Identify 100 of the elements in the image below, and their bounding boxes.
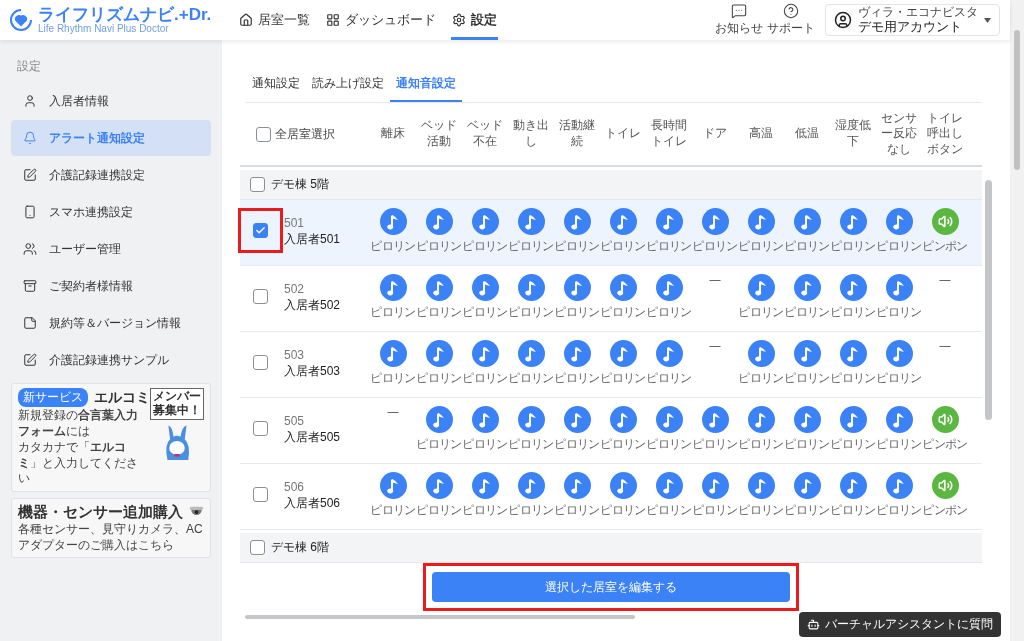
music-note-icon[interactable] (471, 472, 499, 499)
music-note-icon[interactable] (839, 340, 867, 367)
nav-tab[interactable]: 設定 (451, 0, 498, 40)
music-note-icon[interactable] (425, 208, 453, 235)
music-note-icon[interactable] (793, 472, 821, 499)
music-note-icon[interactable] (747, 208, 775, 235)
music-note-icon[interactable] (655, 472, 683, 499)
nav-tab[interactable]: ダッシュボード (325, 0, 437, 40)
music-note-icon[interactable] (655, 406, 683, 433)
music-note-icon[interactable] (885, 274, 913, 301)
music-note-icon[interactable] (701, 472, 729, 499)
music-note-icon[interactable] (885, 472, 913, 499)
music-note-icon[interactable] (793, 406, 821, 433)
music-note-icon[interactable] (885, 340, 913, 367)
music-note-icon[interactable] (885, 208, 913, 235)
music-note-icon[interactable] (793, 274, 821, 301)
speaker-icon[interactable] (931, 472, 959, 499)
account-menu[interactable]: ヴィラ・エコナビスタ デモ用アカウント (825, 4, 1000, 36)
music-note-icon[interactable] (471, 208, 499, 235)
room-number: 503 (284, 348, 306, 362)
music-note-icon[interactable] (839, 406, 867, 433)
music-note-icon[interactable] (839, 208, 867, 235)
music-note-icon[interactable] (517, 472, 545, 499)
music-note-icon[interactable] (747, 340, 775, 367)
header-action[interactable]: お知らせ (713, 0, 765, 40)
music-note-icon[interactable] (655, 274, 683, 301)
edit-selected-button[interactable]: 選択した居室を編集する (432, 572, 790, 602)
speaker-icon[interactable] (931, 406, 959, 433)
checkbox[interactable] (253, 223, 268, 238)
purchase-banner[interactable]: 機器・センサー追加購入 各種センサー、見守りカメラ、ACアダプターのご購入はこちら (11, 497, 211, 559)
column-header: ベッド不在 (466, 118, 504, 150)
music-note-icon[interactable] (563, 340, 591, 367)
music-note-icon[interactable] (425, 472, 453, 499)
music-note-icon[interactable] (471, 340, 499, 367)
music-note-icon[interactable] (793, 340, 821, 367)
music-note-icon[interactable] (471, 406, 499, 433)
checkbox[interactable] (256, 126, 271, 142)
music-note-icon[interactable] (701, 406, 729, 433)
nav-tab[interactable]: 居室一覧 (238, 0, 311, 40)
music-note-icon[interactable] (747, 274, 775, 301)
music-note-icon[interactable] (747, 472, 775, 499)
music-note-icon[interactable] (517, 406, 545, 433)
music-note-icon[interactable] (517, 340, 545, 367)
sidebar-item[interactable]: 入居者情報 (11, 83, 211, 119)
music-note-icon[interactable] (609, 208, 637, 235)
music-note-icon[interactable] (563, 406, 591, 433)
music-note-icon[interactable] (379, 208, 407, 235)
music-note-icon[interactable] (471, 274, 499, 301)
music-note-icon[interactable] (563, 472, 591, 499)
speaker-icon[interactable] (931, 208, 959, 235)
music-note-icon[interactable] (379, 274, 407, 301)
music-note-icon[interactable] (609, 274, 637, 301)
vertical-scrollbar[interactable] (985, 180, 992, 420)
checkbox[interactable] (250, 540, 265, 555)
tab[interactable]: 通知音設定 (390, 68, 462, 102)
resident-row[interactable]: 501 入居者501 ピロリン ピロリン ピロリン ピロリン ピロリン ピロリン ピロリン ピロリン ピロリン ピロリン ピロリン ピロリン ピンポン (240, 200, 982, 266)
scroll-thumb[interactable] (1014, 30, 1020, 170)
empty-sound-mark: — (939, 340, 951, 351)
sound-label: ピロリン (876, 502, 922, 519)
music-note-icon[interactable] (885, 406, 913, 433)
empty-sound-mark: — (387, 406, 399, 417)
music-note-icon[interactable] (563, 208, 591, 235)
checkbox[interactable] (253, 289, 268, 304)
music-note-icon[interactable] (425, 274, 453, 301)
service-banner[interactable]: 新サービス エルコミ 新規登録の合言葉入力フォームには カタカナで「エルコミ」と入力してください メンバー 募集中！ (11, 383, 211, 492)
music-note-icon[interactable] (517, 274, 545, 301)
checkbox[interactable] (253, 421, 268, 436)
music-note-icon[interactable] (609, 340, 637, 367)
music-note-icon[interactable] (609, 472, 637, 499)
music-note-icon[interactable] (701, 208, 729, 235)
music-note-icon[interactable] (609, 406, 637, 433)
tab[interactable]: 通知設定 (246, 68, 306, 102)
edit-icon (23, 353, 37, 367)
music-note-icon[interactable] (839, 472, 867, 499)
music-note-icon[interactable] (747, 406, 775, 433)
sidebar-item[interactable]: 介護記録連携設定 (11, 157, 211, 193)
music-note-icon[interactable] (379, 472, 407, 499)
music-note-icon[interactable] (563, 274, 591, 301)
sidebar-item[interactable]: 介護記録連携サンプル (11, 342, 211, 378)
checkbox[interactable] (253, 487, 268, 502)
music-note-icon[interactable] (655, 208, 683, 235)
music-note-icon[interactable] (425, 340, 453, 367)
assistant-button[interactable]: バーチャルアシスタントに質問 (799, 612, 1001, 637)
tab[interactable]: 読み上げ設定 (306, 68, 390, 102)
sidebar-item[interactable]: 規約等＆バージョン情報 (11, 305, 211, 341)
horizontal-scrollbar[interactable] (245, 615, 635, 619)
music-note-icon[interactable] (655, 340, 683, 367)
music-note-icon[interactable] (379, 340, 407, 367)
checkbox[interactable] (250, 177, 265, 192)
music-note-icon[interactable] (517, 208, 545, 235)
edit-icon (23, 168, 37, 182)
sound-label: ピロリン (370, 502, 416, 519)
sidebar-item[interactable]: スマホ連携設定 (11, 194, 211, 230)
sidebar-item[interactable]: ご契約者様情報 (11, 268, 211, 304)
music-note-icon[interactable] (793, 208, 821, 235)
music-note-icon[interactable] (839, 274, 867, 301)
checkbox[interactable] (253, 355, 268, 370)
header-action[interactable]: サポート (765, 0, 817, 40)
sidebar-item[interactable]: ユーザー管理 (11, 231, 211, 267)
music-note-icon[interactable] (425, 406, 453, 433)
